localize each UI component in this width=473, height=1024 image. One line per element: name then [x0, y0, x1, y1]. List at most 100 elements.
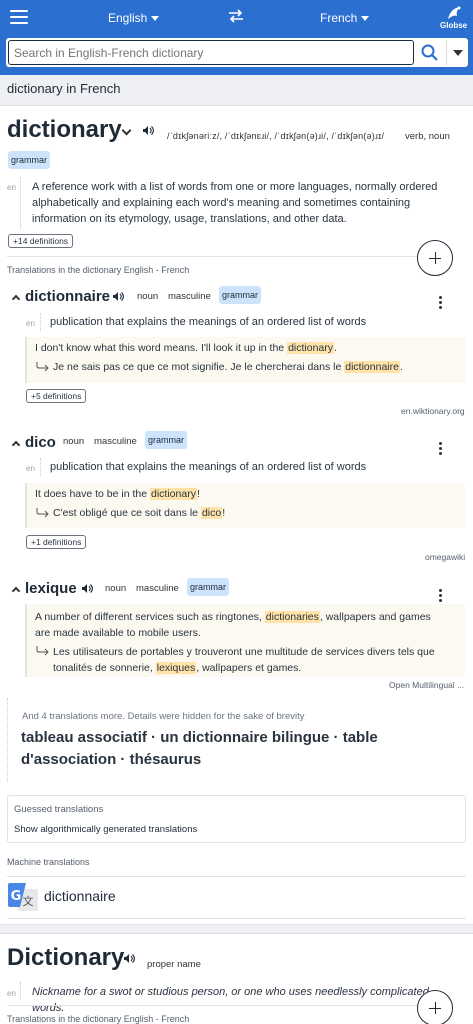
more-options-icon[interactable] — [439, 296, 442, 311]
definition-text: publication that explains the meanings o… — [50, 316, 367, 328]
more-options-icon[interactable] — [439, 442, 442, 457]
globse-logo[interactable]: Globse — [440, 5, 467, 30]
chevron-up-icon[interactable] — [11, 440, 21, 450]
source-link[interactable]: Open Multilingual ... — [389, 680, 464, 690]
logo-icon — [447, 6, 461, 19]
gender: masculine — [136, 583, 179, 594]
example-translation: C'est obligé que ce soit dans le dico! — [53, 507, 226, 519]
speaker-icon[interactable] — [81, 583, 93, 594]
definition-text: A reference work with a list of words fr… — [32, 181, 438, 225]
google-translate-icon: 文G — [8, 883, 39, 913]
machine-translations-label: Machine translations — [7, 857, 90, 867]
source-link[interactable]: omegawiki — [425, 552, 465, 562]
example-box: It does have to be in the dictionary! C'… — [25, 483, 465, 528]
divider — [40, 313, 41, 331]
entry-card-2: Dictionary proper name en Nickname for a… — [0, 933, 473, 1024]
example-box: I don't know what this word means. I'll … — [25, 337, 465, 383]
page-heading: dictionary in French — [7, 81, 121, 96]
search-options-dropdown[interactable] — [446, 40, 466, 65]
chevron-up-icon[interactable] — [11, 586, 21, 596]
grammar-badge[interactable]: grammar — [219, 286, 262, 304]
divider — [7, 256, 437, 257]
chevron-down-icon[interactable] — [121, 125, 132, 136]
search-input[interactable] — [8, 40, 414, 65]
part-of-speech: noun — [137, 291, 159, 302]
part-of-speech: verb, noun — [405, 131, 450, 142]
part-of-speech: proper name — [147, 959, 201, 970]
divider — [7, 876, 466, 877]
add-translation-button[interactable] — [417, 240, 453, 276]
swap-languages-icon[interactable] — [228, 9, 244, 28]
divider — [20, 177, 21, 229]
show-generated-translations-link[interactable]: Show algorithmically generated translati… — [14, 824, 197, 835]
add-translation-button[interactable] — [417, 990, 453, 1024]
svg-text:文: 文 — [23, 894, 34, 908]
gender: masculine — [94, 436, 137, 447]
target-language-select[interactable]: French — [320, 11, 370, 25]
top-bar: English French Globse — [0, 0, 473, 75]
guessed-translations-box: Guessed translations Show algorithmicall… — [7, 795, 466, 843]
target-language-label: French — [320, 11, 358, 25]
more-definitions-button[interactable]: +14 definitions — [8, 234, 74, 248]
translation-word[interactable]: dictionnaire — [25, 288, 110, 305]
chevron-down-icon — [453, 50, 463, 56]
hidden-translations-line[interactable]: d'association · thésaurus — [21, 751, 201, 768]
example-translation: Les utilisateurs de portables y trouvero… — [53, 646, 435, 674]
source-link[interactable]: en.wiktionary.org — [401, 406, 465, 416]
grammar-badge[interactable]: grammar — [187, 578, 230, 596]
logo-text: Globse — [440, 21, 468, 30]
language-code: en — [26, 319, 35, 328]
example-source: It does have to be in the dictionary! — [35, 488, 200, 500]
translation-word[interactable]: dico — [25, 434, 56, 451]
guessed-translations-title: Guessed translations — [14, 804, 104, 815]
translation-arrow-icon — [36, 646, 49, 656]
language-code: en — [26, 464, 35, 473]
more-definitions-button[interactable]: +1 definitions — [26, 535, 87, 549]
divider — [40, 458, 41, 476]
part-of-speech: noun — [63, 436, 85, 447]
example-box: A number of different services such as r… — [25, 604, 465, 677]
speaker-icon[interactable] — [112, 291, 124, 302]
translations-label: Translations in the dictionary English -… — [7, 265, 190, 275]
hidden-translations-list: tableau associatif · un dictionnaire bil… — [21, 727, 378, 771]
translation-word[interactable]: lexique — [25, 580, 77, 597]
more-options-icon[interactable] — [439, 589, 442, 604]
search-bar — [6, 38, 468, 67]
hidden-translations-note: And 4 translations more. Details were hi… — [22, 711, 305, 722]
search-button[interactable] — [418, 42, 442, 64]
source-language-select[interactable]: English — [108, 11, 160, 25]
translation-arrow-icon — [36, 508, 49, 518]
language-code: en — [7, 183, 16, 192]
definition-text: Nickname for a swot or studious person, … — [32, 986, 429, 1014]
menu-icon[interactable] — [10, 10, 28, 26]
divider — [7, 1005, 437, 1006]
search-icon — [421, 44, 438, 61]
example-source: I don't know what this word means. I'll … — [35, 342, 337, 354]
definition-text: publication that explains the meanings o… — [50, 461, 367, 473]
gender: masculine — [168, 291, 211, 302]
chevron-up-icon[interactable] — [11, 294, 21, 304]
language-code: en — [7, 989, 16, 998]
example-translation: Je ne sais pas ce que ce mot signifie. J… — [53, 361, 403, 373]
grammar-badge[interactable]: grammar — [8, 151, 51, 169]
speaker-icon[interactable] — [142, 125, 154, 136]
headword: dictionary — [7, 116, 122, 143]
machine-translation-result[interactable]: dictionnaire — [44, 888, 116, 904]
translation-arrow-icon — [36, 362, 49, 372]
speaker-icon[interactable] — [123, 953, 135, 964]
chevron-down-icon — [151, 16, 160, 22]
divider — [7, 918, 466, 919]
part-of-speech: noun — [105, 583, 127, 594]
pronunciation: /ˈdɪkʃənəriːz/, /ˈdɪkʃənɛɹi/, /ˈdɪkʃən(ə… — [167, 131, 385, 141]
headword: Dictionary — [7, 944, 125, 971]
svg-text:G: G — [11, 889, 22, 904]
hidden-translations-line[interactable]: tableau associatif · un dictionnaire bil… — [21, 729, 378, 746]
divider — [7, 698, 8, 782]
example-source: A number of different services such as r… — [35, 611, 431, 639]
divider — [20, 982, 21, 1000]
translations-label: Translations in the dictionary English -… — [7, 1014, 190, 1024]
more-definitions-button[interactable]: +5 definitions — [26, 389, 87, 403]
entry-card: dictionary /ˈdɪkʃənəriːz/, /ˈdɪkʃənɛɹi/,… — [0, 105, 473, 925]
grammar-badge[interactable]: grammar — [145, 431, 188, 449]
chevron-down-icon — [361, 16, 370, 22]
